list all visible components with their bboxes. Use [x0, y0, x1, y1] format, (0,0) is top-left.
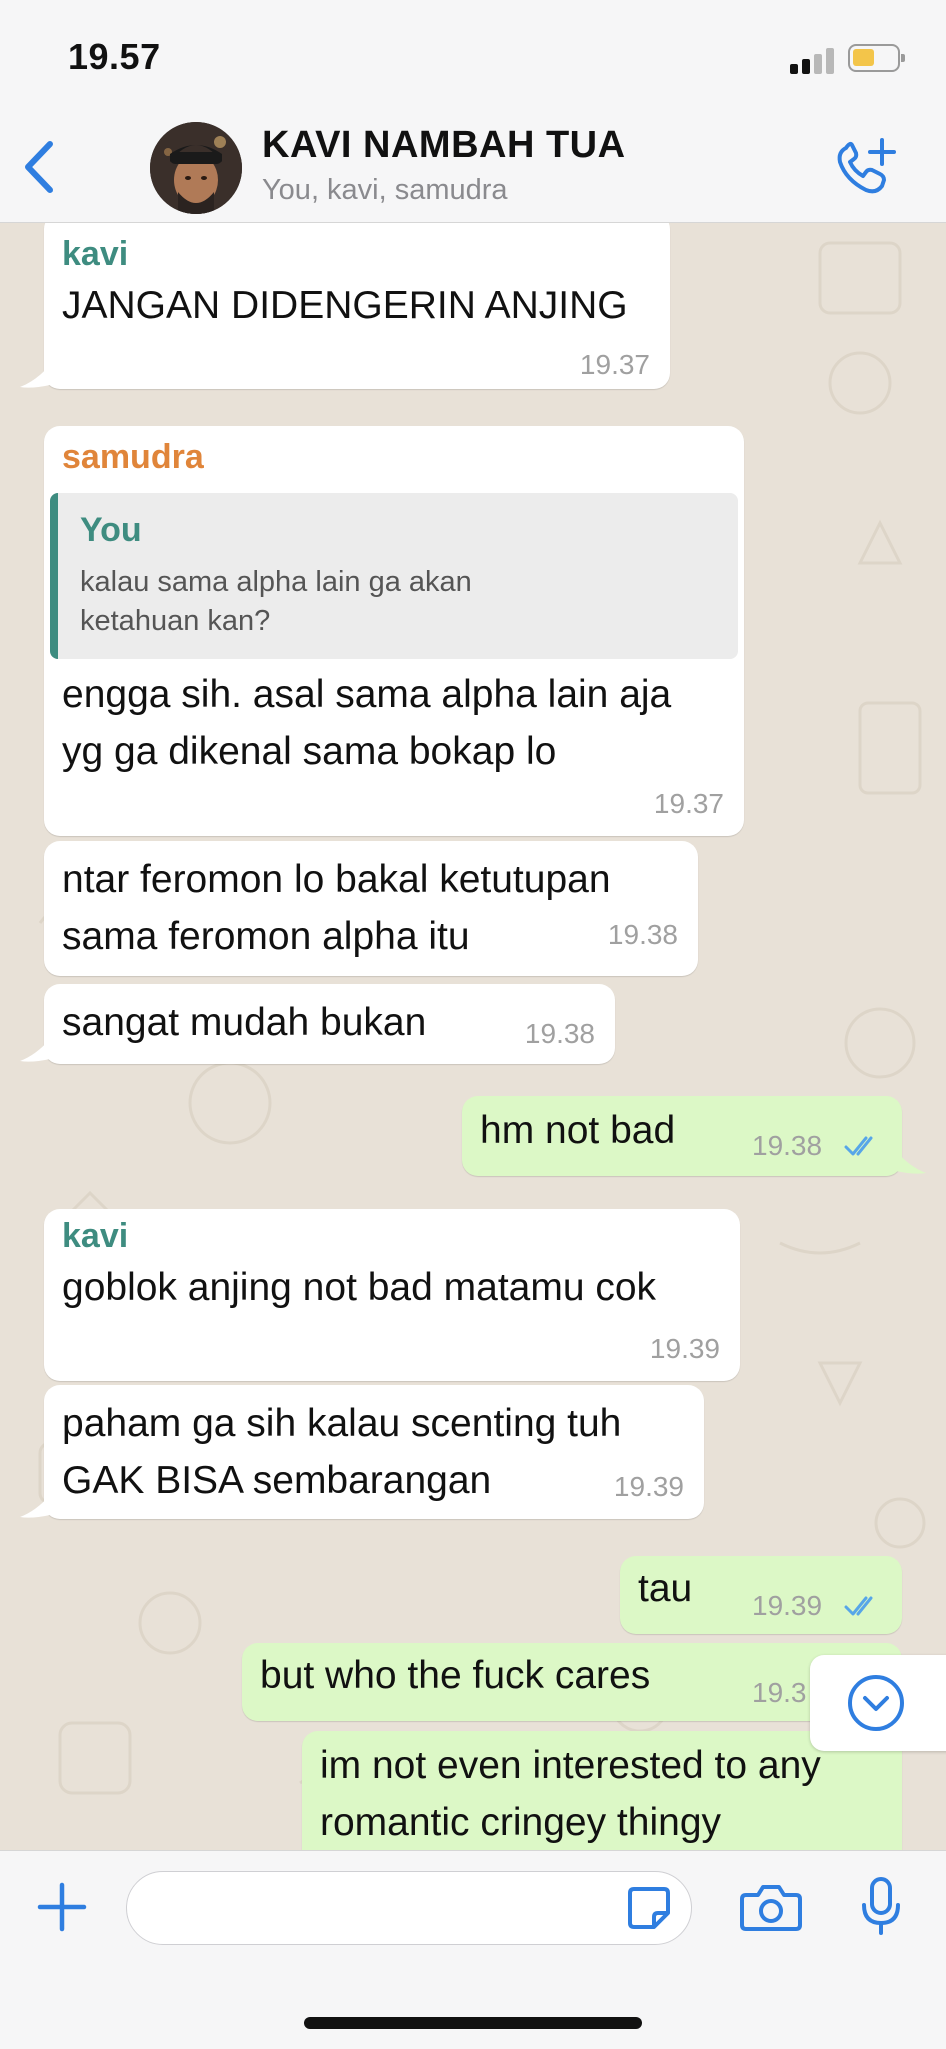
- message-text: tau: [638, 1567, 693, 1610]
- bubble-tail: [896, 1151, 926, 1174]
- message-time: 19.37: [579, 349, 650, 380]
- microphone-icon[interactable]: [858, 1877, 904, 1937]
- status-time: 19.57: [68, 36, 161, 77]
- message-bubble[interactable]: hm not bad 19.38: [462, 1096, 902, 1176]
- message-sender: kavi: [62, 1217, 129, 1255]
- message-text: JANGAN DIDENGERIN ANJING: [62, 284, 628, 327]
- message-bubble[interactable]: im not even interested to any romantic c…: [302, 1731, 902, 1850]
- group-members[interactable]: You, kavi, samudra: [262, 174, 508, 207]
- message-time: 19.38: [752, 1130, 823, 1161]
- message-input-bar: [0, 1850, 946, 2049]
- bubble-tail: [20, 1495, 50, 1518]
- message-bubble[interactable]: but who the fuck cares 19.3: [242, 1643, 902, 1721]
- chevron-down-circle-icon: [848, 1675, 904, 1731]
- message-bubble[interactable]: paham ga sih kalau scenting tuh GAK BISA…: [44, 1385, 704, 1519]
- camera-icon[interactable]: [740, 1883, 802, 1933]
- quoted-text: kalau sama alpha lain ga akan ketahuan k…: [80, 566, 472, 637]
- quoted-message[interactable]: You kalau sama alpha lain ga akan ketahu…: [50, 493, 738, 659]
- group-title[interactable]: KAVI NAMBAH TUA: [262, 124, 626, 167]
- read-ticks-icon: [844, 1596, 873, 1616]
- message-time: 19.38: [524, 1018, 595, 1049]
- chat-header: 19.57 KAVI NAMBAH TUA You, kavi, samudra: [0, 0, 946, 223]
- sticker-icon[interactable]: [626, 1885, 672, 1931]
- message-sender: samudra: [62, 438, 204, 476]
- message-bubble[interactable]: tau 19.39: [620, 1556, 902, 1634]
- message-bubble[interactable]: samudra You kalau sama alpha lain ga aka…: [44, 426, 744, 836]
- message-bubble[interactable]: kavi goblok anjing not bad matamu cok 19…: [44, 1209, 740, 1381]
- message-text: goblok anjing not bad matamu cok: [62, 1266, 657, 1309]
- message-bubble[interactable]: ntar feromon lo bakal ketutupan sama fer…: [44, 841, 698, 976]
- message-text: but who the fuck cares: [260, 1654, 651, 1697]
- read-ticks-icon: [844, 1136, 873, 1156]
- message-text: paham ga sih kalau scenting tuh GAK BISA…: [62, 1402, 622, 1502]
- message-time: 19.38: [607, 919, 678, 950]
- message-time: 19.3: [752, 1677, 807, 1708]
- battery-icon: [848, 44, 905, 72]
- message-text: im not even interested to any romantic c…: [320, 1744, 821, 1844]
- message-bubble[interactable]: kavi JANGAN DIDENGERIN ANJING 19.37: [44, 223, 670, 389]
- phone-plus-icon[interactable]: [832, 134, 900, 200]
- scroll-to-bottom-button[interactable]: [810, 1655, 946, 1751]
- message-text: ntar feromon lo bakal ketutupan sama fer…: [62, 858, 611, 958]
- message-text: engga sih. asal sama alpha lain aja yg g…: [62, 673, 672, 773]
- message-time: 19.37: [653, 788, 724, 819]
- message-time: 19.39: [752, 1590, 823, 1621]
- message-input[interactable]: [126, 1871, 692, 1945]
- message-time: 19.39: [649, 1333, 720, 1364]
- signal-icon: [790, 48, 836, 74]
- message-text: hm not bad: [480, 1109, 676, 1152]
- message-bubble[interactable]: sangat mudah bukan 19.38: [44, 984, 615, 1064]
- quoted-sender: You: [80, 511, 142, 549]
- message-time: 19.39: [613, 1471, 684, 1502]
- home-indicator: [304, 2017, 642, 2029]
- message-sender: kavi: [62, 235, 129, 273]
- bubble-tail: [20, 1039, 50, 1062]
- bubble-tail: [20, 365, 50, 388]
- chevron-left-icon[interactable]: [14, 132, 64, 202]
- group-avatar[interactable]: [150, 122, 242, 214]
- plus-icon[interactable]: [36, 1881, 88, 1933]
- message-list[interactable]: kavi JANGAN DIDENGERIN ANJING 19.37 samu…: [0, 223, 946, 1850]
- message-text: sangat mudah bukan: [62, 1001, 427, 1044]
